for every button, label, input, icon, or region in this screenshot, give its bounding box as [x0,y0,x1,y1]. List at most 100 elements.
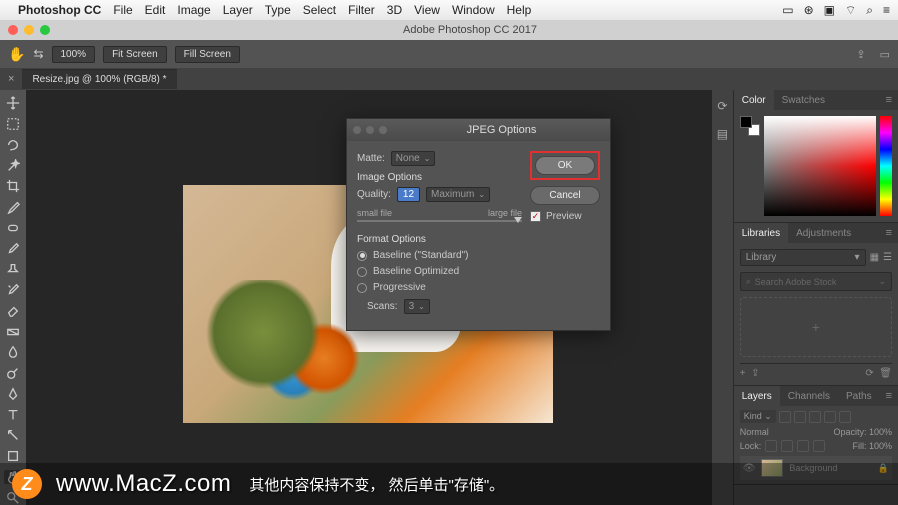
menu-edit[interactable]: Edit [145,3,166,17]
menu-type[interactable]: Type [265,3,291,17]
baseline-standard-radio[interactable]: Baseline ("Standard") [357,250,522,261]
add-icon[interactable]: + [740,368,746,379]
preview-checkbox[interactable]: ✓ Preview [530,211,600,222]
tab-color[interactable]: Color [734,90,774,110]
opacity-value[interactable]: 100% [869,427,892,437]
display-icon[interactable]: ▭ [782,3,793,17]
sync-icon[interactable]: ⟳ [865,368,873,379]
hand-tool-icon[interactable]: ✋ [8,46,25,63]
ok-button[interactable]: OK [535,156,595,175]
history-panel-icon[interactable]: ⟳ [714,98,730,114]
lock-position-icon[interactable] [797,440,809,452]
fill-value[interactable]: 100% [869,441,892,451]
minimize-window-button[interactable] [24,25,34,35]
scroll-all-icon[interactable]: ⇆ [33,47,43,61]
blend-mode-select[interactable]: Normal [740,427,769,437]
fill-screen-button[interactable]: Fill Screen [175,46,240,63]
tab-layers[interactable]: Layers [734,386,780,406]
hue-slider[interactable] [880,116,892,216]
shape-tool-icon[interactable] [4,449,22,464]
menu-app[interactable]: Photoshop CC [18,3,101,17]
quality-input[interactable]: 12 [397,187,420,202]
color-picker[interactable] [764,116,876,216]
eraser-tool-icon[interactable] [4,304,22,319]
zoom-window-button[interactable] [40,25,50,35]
lock-transparency-icon[interactable] [765,440,777,452]
menu-3d[interactable]: 3D [387,3,402,17]
lasso-tool-icon[interactable] [4,138,22,153]
cc-icon[interactable]: ⊛ [804,3,814,17]
brush-tool-icon[interactable] [4,241,22,256]
cancel-button[interactable]: Cancel [530,186,600,205]
eyedropper-tool-icon[interactable] [4,200,22,215]
menu-window[interactable]: Window [452,3,495,17]
dodge-tool-icon[interactable] [4,366,22,381]
menu-filter[interactable]: Filter [348,3,375,17]
stamp-tool-icon[interactable] [4,262,22,277]
filter-adjust-icon[interactable] [794,411,806,423]
healing-tool-icon[interactable] [4,221,22,236]
filter-shape-icon[interactable] [824,411,836,423]
stock-search-input[interactable]: ⌕ Search Adobe Stock ⌄ [740,272,892,291]
tab-swatches[interactable]: Swatches [774,90,833,110]
panel-menu-icon[interactable]: ≡ [880,227,898,239]
library-selector[interactable]: Library▾ [740,249,866,266]
fill-label: Fill: [852,441,866,451]
type-tool-icon[interactable] [4,407,22,422]
crop-tool-icon[interactable] [4,179,22,194]
share-icon[interactable]: ⇪ [856,48,865,61]
tab-libraries[interactable]: Libraries [734,223,788,243]
progressive-radio[interactable]: Progressive [357,282,522,293]
move-tool-icon[interactable] [4,96,22,111]
tab-adjustments[interactable]: Adjustments [788,223,859,243]
search-icon[interactable]: ⌕ [866,3,873,18]
zoom-level[interactable]: 100% [52,46,96,63]
close-window-button[interactable] [8,25,18,35]
menu-file[interactable]: File [113,3,132,17]
document-tab[interactable]: Resize.jpg @ 100% (RGB/8) * [22,69,176,89]
layer-filter-kind[interactable]: Kind ⌄ [740,410,776,423]
workspace-icon[interactable]: ▭ [880,48,890,61]
baseline-optimized-radio[interactable]: Baseline Optimized [357,266,522,277]
shield-icon[interactable]: ▣ [824,3,835,17]
menu-image[interactable]: Image [177,3,210,17]
ok-highlight: OK [530,151,600,180]
filter-pixel-icon[interactable] [779,411,791,423]
search-icon: ⌕ [746,276,751,287]
upload-icon[interactable]: ⇪ [751,368,759,379]
fit-screen-button[interactable]: Fit Screen [103,46,167,63]
matte-select[interactable]: None⌄ [391,151,436,166]
filter-type-icon[interactable] [809,411,821,423]
panel-menu-icon[interactable]: ≡ [880,94,898,106]
dialog-titlebar[interactable]: JPEG Options [347,119,610,141]
panel-menu-icon[interactable]: ≡ [880,390,898,402]
close-tab-button[interactable]: × [0,73,22,85]
library-drop-zone[interactable] [740,297,892,357]
quality-slider[interactable] [357,220,522,222]
foreground-background-colors[interactable] [740,116,760,136]
quality-preset-select[interactable]: Maximum⌄ [426,187,490,202]
list-view-icon[interactable]: ☰ [883,252,892,263]
tab-channels[interactable]: Channels [780,386,838,406]
gradient-tool-icon[interactable] [4,324,22,339]
grid-view-icon[interactable]: ▦ [870,252,879,263]
menu-layer[interactable]: Layer [223,3,253,17]
lock-pixels-icon[interactable] [781,440,793,452]
marquee-tool-icon[interactable] [4,117,22,132]
blur-tool-icon[interactable] [4,345,22,360]
wifi-icon[interactable]: ⌔ [845,3,856,18]
hamburger-icon[interactable]: ≡ [883,3,890,17]
trash-icon[interactable]: 🗑 [879,368,892,379]
wand-tool-icon[interactable] [4,158,22,173]
lock-all-icon[interactable] [813,440,825,452]
pen-tool-icon[interactable] [4,387,22,402]
menu-view[interactable]: View [414,3,440,17]
filter-smart-icon[interactable] [839,411,851,423]
canvas-area[interactable]: JPEG Options Matte: None⌄ Image Options … [26,90,712,505]
menu-help[interactable]: Help [507,3,532,17]
properties-panel-icon[interactable]: ▤ [714,126,730,142]
path-tool-icon[interactable] [4,428,22,443]
history-brush-icon[interactable] [4,283,22,298]
menu-select[interactable]: Select [303,3,336,17]
tab-paths[interactable]: Paths [838,386,880,406]
